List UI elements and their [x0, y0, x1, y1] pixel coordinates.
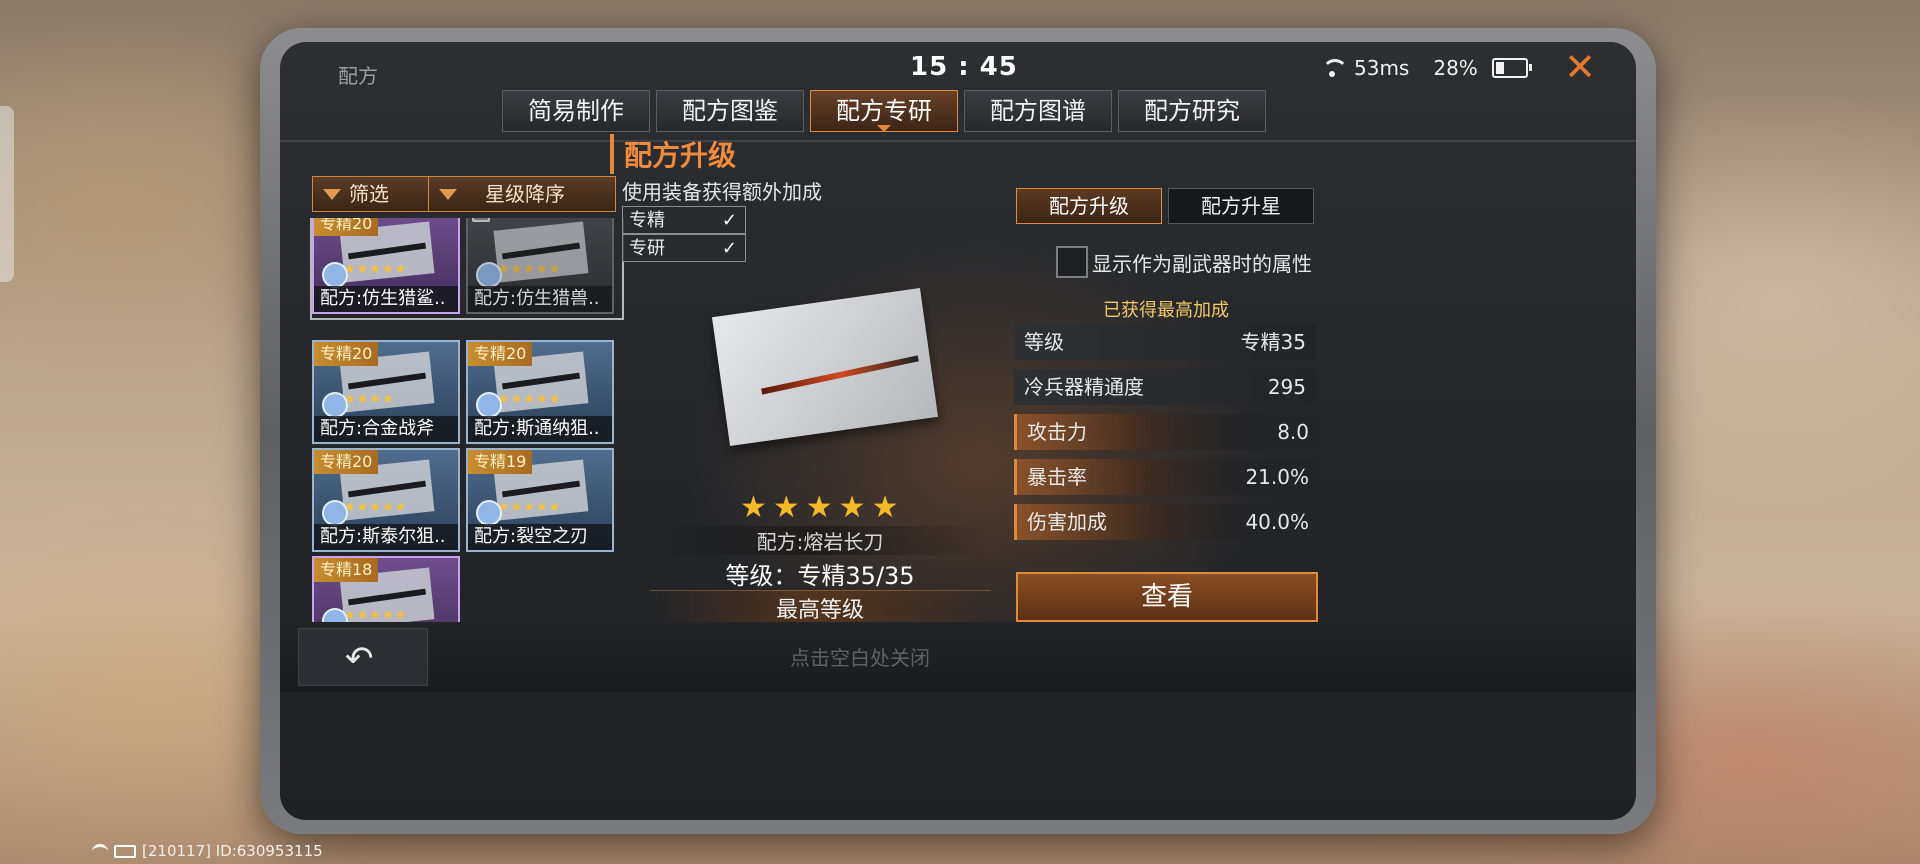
- card-stars: ★★★★★: [498, 500, 562, 515]
- level-badge: 专精19: [468, 450, 533, 474]
- card-stars: ★★★★★: [498, 262, 562, 277]
- secondary-weapon-checkbox[interactable]: [1056, 246, 1088, 278]
- checkmark-icon: ✓: [721, 238, 737, 259]
- check-label: 专研: [629, 238, 665, 259]
- card-stars: ★★★★★: [344, 500, 408, 515]
- clock: 15 : 45: [910, 52, 1018, 82]
- chevron-down-icon: [323, 188, 341, 200]
- footer: [210117] ID:630953115: [92, 842, 323, 860]
- tab-1[interactable]: 配方图鉴: [656, 90, 804, 132]
- chevron-down-icon: [439, 188, 457, 200]
- close-hint[interactable]: 点击空白处关闭: [740, 642, 980, 671]
- back-button[interactable]: ↶: [298, 628, 428, 686]
- view-button[interactable]: 查看: [1016, 572, 1318, 622]
- stat-row: 冷兵器精通度 295: [1014, 369, 1316, 405]
- close-icon[interactable]: ✕: [1562, 48, 1598, 86]
- section-title: 配方升级: [610, 134, 736, 174]
- sort-button[interactable]: 星级降序: [428, 176, 616, 212]
- stat-row: 等级 专精35: [1014, 324, 1316, 360]
- recipe-card[interactable]: ★★★★★ 配方:仿生猎兽..: [466, 218, 614, 314]
- stat-value: 8.0: [1277, 420, 1309, 444]
- card-name: 配方:裂空之刃: [468, 524, 612, 550]
- stat-key: 伤害加成: [1027, 510, 1107, 534]
- card-name: 配方:合金战斧: [314, 416, 458, 442]
- stat-key: 攻击力: [1027, 420, 1087, 444]
- section-subtitle: 使用装备获得额外加成: [622, 180, 822, 204]
- stat-value: 专精35: [1240, 330, 1306, 354]
- tab-4[interactable]: 配方研究: [1118, 90, 1266, 132]
- wifi-icon: [92, 843, 108, 859]
- stat-key: 暴击率: [1027, 465, 1087, 489]
- level-badge: 专精20: [314, 342, 379, 366]
- filter-button[interactable]: 筛选: [312, 176, 436, 212]
- battery-icon: [114, 844, 136, 858]
- card-name: 配方:斯通纳狙..: [468, 416, 612, 442]
- ping-text: 53ms: [1354, 56, 1410, 80]
- filter-label: 筛选: [349, 182, 389, 206]
- check-zhuanyan[interactable]: 专研 ✓: [622, 234, 746, 262]
- level-badge: 专精20: [468, 342, 533, 366]
- stat-value: 21.0%: [1245, 465, 1309, 489]
- right-tab-1[interactable]: 配方升星: [1168, 188, 1314, 224]
- tab-bar: 简易制作 配方图鉴 配方专研 配方图谱 配方研究: [502, 90, 1266, 132]
- stat-key: 等级: [1024, 330, 1064, 354]
- right-tab-0[interactable]: 配方升级: [1016, 188, 1162, 224]
- status-bar: 53ms 28%: [1320, 56, 1532, 80]
- sort-label: 星级降序: [485, 182, 565, 206]
- game-screen: 配方 15 : 45 53ms 28% ✕ 简易制作 配方图鉴 配方专研 配方图谱 配方…: [280, 42, 1636, 820]
- lock-icon: [472, 218, 490, 222]
- recipe-card[interactable]: 专精20 ★★★★★ 配方:斯泰尔狙..: [312, 448, 460, 552]
- footer-id: [210117] ID:630953115: [142, 842, 323, 860]
- recipe-card[interactable]: 专精20 ★★★★★ 配方:斯通纳狙..: [466, 340, 614, 444]
- card-stars: ★★★★★: [344, 608, 408, 623]
- checkmark-icon: ✓: [721, 210, 737, 231]
- gained-label: 已获得最高加成: [1103, 300, 1229, 321]
- battery-text: 28%: [1433, 56, 1478, 80]
- level-badge: 专精20: [314, 450, 379, 474]
- item-level: 等级：专精35/35: [725, 562, 915, 590]
- secondary-weapon-label: 显示作为副武器时的属性: [1092, 252, 1312, 276]
- window-title: 配方: [338, 64, 378, 88]
- tab-0[interactable]: 简易制作: [502, 90, 650, 132]
- level-badge: 专精18: [314, 558, 379, 582]
- battery-icon: [1491, 58, 1532, 78]
- back-arrow-icon: ↶: [345, 639, 374, 679]
- stat-row: 伤害加成 40.0%: [1014, 504, 1319, 540]
- tab-2[interactable]: 配方专研: [810, 90, 958, 132]
- stat-row: 攻击力 8.0: [1014, 414, 1319, 450]
- recipe-card[interactable]: 专精19 ★★★★★ 配方:裂空之刃: [466, 448, 614, 552]
- wifi-icon: [1320, 59, 1348, 77]
- stat-value: 295: [1267, 375, 1306, 399]
- stat-value: 40.0%: [1245, 510, 1309, 534]
- recipe-card[interactable]: 专精20 ★★★★ 配方:合金战斧: [312, 340, 460, 444]
- divider: [280, 140, 1636, 142]
- card-stars: ★★★★★: [344, 262, 408, 277]
- recipe-blueprint-image: [680, 272, 990, 482]
- item-stars: ★★★★★: [740, 490, 905, 525]
- check-label: 专精: [629, 210, 665, 231]
- recipe-card[interactable]: 专精20 ★★★★★ 配方:仿生猎鲨..: [312, 218, 460, 314]
- tab-3[interactable]: 配方图谱: [964, 90, 1112, 132]
- level-badge: 专精20: [314, 218, 379, 236]
- card-stars: ★★★★★: [498, 392, 562, 407]
- item-name: 配方:熔岩长刀: [650, 526, 990, 555]
- card-stars: ★★★★: [344, 392, 395, 407]
- stat-row: 暴击率 21.0%: [1014, 459, 1319, 495]
- card-name: 配方:仿生猎兽..: [468, 286, 612, 312]
- right-tab-bar: 配方升级 配方升星: [1016, 188, 1314, 224]
- check-zhuanjing[interactable]: 专精 ✓: [622, 206, 746, 234]
- stat-key: 冷兵器精通度: [1024, 375, 1144, 399]
- card-name: 配方:斯泰尔狙..: [314, 524, 458, 550]
- card-name: 配方:仿生猎鲨..: [314, 286, 458, 312]
- edge-handle[interactable]: [0, 106, 14, 282]
